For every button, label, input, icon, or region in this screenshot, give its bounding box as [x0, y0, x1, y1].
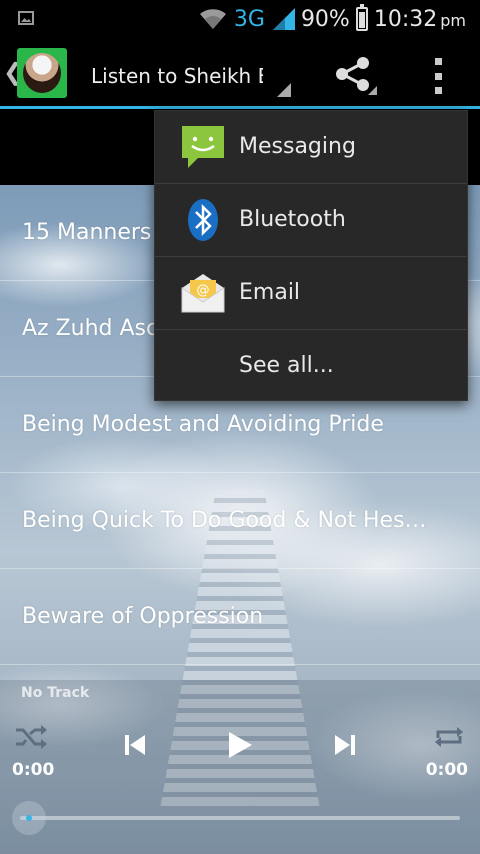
share-option-label: Email [239, 280, 301, 305]
clock: 10:32 pm [374, 7, 466, 32]
bluetooth-icon [188, 199, 218, 241]
messaging-icon [182, 126, 224, 168]
media-player: No Track 0:00 0:00 [0, 680, 480, 854]
app-avatar[interactable] [17, 48, 67, 98]
email-icon: @ [181, 274, 225, 313]
overflow-menu-icon[interactable] [430, 58, 446, 94]
share-option-email[interactable]: @ Email [155, 257, 467, 330]
seek-bar[interactable] [20, 816, 460, 820]
list-item-label: Being Quick To Do Good & Not Hesitating [22, 508, 432, 533]
list-item[interactable]: Beware of Oppression [0, 569, 480, 665]
now-playing-label: No Track [21, 685, 90, 701]
next-track-button[interactable] [332, 732, 358, 758]
battery-icon [355, 4, 368, 31]
network-type: 3G [233, 6, 265, 32]
list-item[interactable]: Being Quick To Do Good & Not Hesitating [0, 473, 480, 569]
share-option-label: See all... [239, 353, 334, 378]
svg-text:@: @ [197, 283, 210, 298]
time-total: 0:00 [425, 760, 468, 780]
previous-track-button[interactable] [122, 732, 148, 758]
action-bar: ❮ Listen to Sheikh B [0, 38, 480, 109]
share-icon[interactable] [332, 56, 372, 92]
battery-fill [358, 12, 365, 28]
share-option-label: Bluetooth [239, 207, 346, 232]
battery-percent: 90% [300, 6, 350, 32]
page-title[interactable]: Listen to Sheikh B [91, 64, 263, 88]
list-item-label: Beware of Oppression [22, 604, 264, 629]
dropdown-corner-icon [277, 83, 291, 97]
share-option-label: Messaging [239, 134, 356, 159]
clock-time: 10:32 [373, 6, 438, 32]
list-item-label: Being Modest and Avoiding Pride [22, 412, 384, 437]
signal-strength-icon [271, 8, 295, 30]
wifi-icon [198, 8, 228, 30]
avatar-face [23, 53, 61, 93]
share-popup-menu: Messaging Bluetooth @ Email See all... [154, 110, 468, 401]
share-option-bluetooth[interactable]: Bluetooth [155, 184, 467, 257]
shuffle-icon[interactable] [14, 724, 48, 750]
time-elapsed: 0:00 [12, 760, 55, 780]
seek-thumb[interactable] [12, 801, 46, 835]
clock-ampm: pm [440, 10, 466, 30]
image-notification-icon [18, 11, 34, 25]
play-button[interactable] [226, 730, 254, 760]
share-option-messaging[interactable]: Messaging [155, 111, 467, 184]
status-right: 3G 90% 10:32 pm [198, 2, 466, 36]
repeat-icon[interactable] [432, 724, 466, 750]
share-option-see-all[interactable]: See all... [155, 330, 467, 403]
share-dropdown-corner-icon [368, 86, 377, 95]
status-bar: 3G 90% 10:32 pm [0, 0, 480, 38]
